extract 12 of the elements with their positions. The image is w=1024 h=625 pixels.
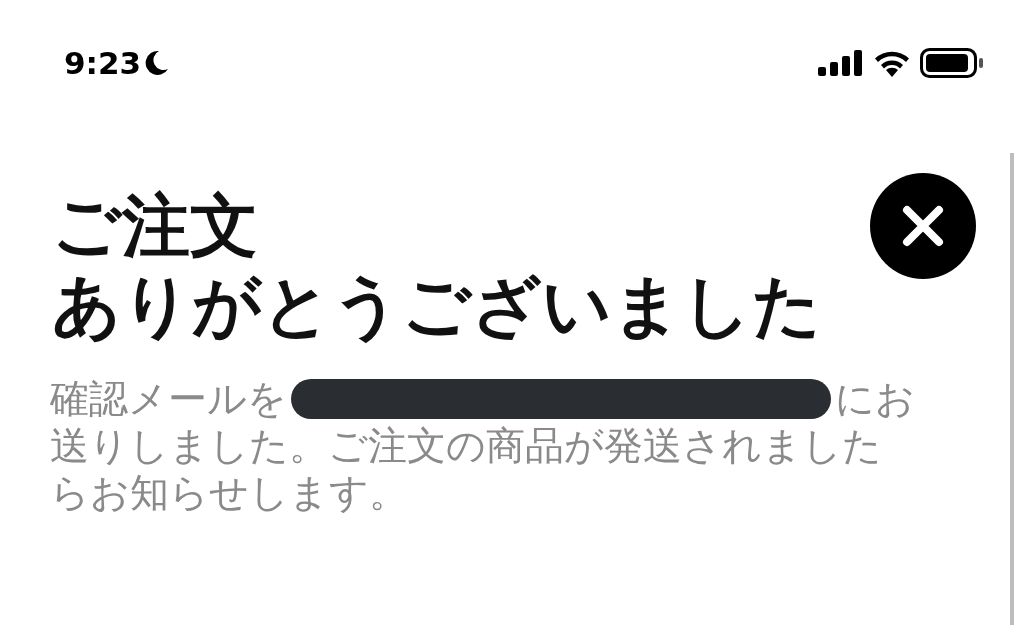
message-text: 送りしました。ご注文の商品が発送されました bbox=[50, 423, 882, 469]
battery-icon bbox=[920, 48, 984, 78]
message-text: 確認メールを bbox=[50, 376, 287, 422]
message-text: らお知らせします。 bbox=[50, 470, 408, 516]
status-time: 9:23 bbox=[64, 43, 142, 83]
moon-icon bbox=[145, 50, 170, 76]
title-line: ありがとうございました bbox=[52, 266, 822, 345]
message-text: にお bbox=[835, 376, 915, 422]
wifi-icon bbox=[874, 49, 910, 77]
signal-icon bbox=[818, 50, 864, 76]
title-line: ご注文 bbox=[52, 186, 258, 265]
close-icon bbox=[901, 204, 945, 248]
